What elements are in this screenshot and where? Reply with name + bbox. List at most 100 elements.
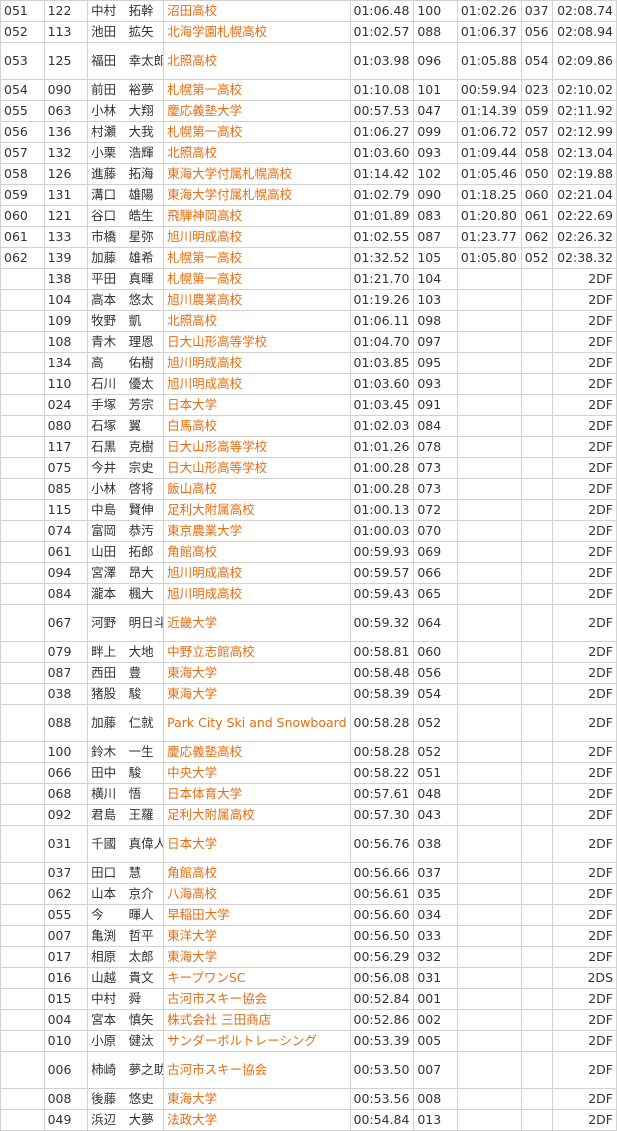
- run2-rank: 023: [520, 79, 554, 101]
- team-link[interactable]: 東海大学付属札幌高校: [163, 163, 351, 185]
- team-link[interactable]: 旭川明成高校: [163, 583, 351, 605]
- team-link[interactable]: 東海大学: [163, 683, 351, 705]
- team-link[interactable]: 慶応義塾大学: [163, 100, 351, 122]
- run2-time: 01:05.80: [456, 247, 522, 269]
- team-link[interactable]: 旭川明成高校: [163, 562, 351, 584]
- team-link[interactable]: 日本体育大学: [163, 783, 351, 805]
- team-link[interactable]: 飯山高校: [163, 478, 351, 500]
- team-link[interactable]: 旭川明成高校: [163, 352, 351, 374]
- team-link[interactable]: 古河市スキー協会: [163, 1051, 351, 1089]
- team-link[interactable]: 足利大附属高校: [163, 804, 351, 826]
- team-link[interactable]: 中野立志館高校: [163, 641, 351, 663]
- run2-time: 01:20.80: [456, 205, 522, 227]
- team-link[interactable]: 白馬高校: [163, 415, 351, 437]
- team-link[interactable]: 北照高校: [163, 42, 351, 80]
- team-link[interactable]: キープワンSC: [163, 967, 351, 989]
- team-link[interactable]: 慶応義塾高校: [163, 741, 351, 763]
- team-link[interactable]: Park City Ski and Snowboard Cl: [163, 704, 351, 742]
- team-link[interactable]: 足利大附属高校: [163, 499, 351, 521]
- team-link[interactable]: 中央大学: [163, 762, 351, 784]
- team-link[interactable]: 北照高校: [163, 310, 351, 332]
- team-link[interactable]: 法政大学: [163, 1109, 351, 1131]
- team-link[interactable]: 札幌第一高校: [163, 247, 351, 269]
- run2-rank: [520, 1030, 554, 1052]
- team-link[interactable]: 北照高校: [163, 142, 351, 164]
- bib-cell: 068: [43, 783, 89, 805]
- table-row: 094 宮澤 昂大 旭川明成高校 00:59.57 066 2DF: [0, 562, 617, 584]
- team-link[interactable]: 早稲田大学: [163, 904, 351, 926]
- team-link[interactable]: 沼田高校: [163, 0, 351, 22]
- run2-rank: [520, 541, 554, 563]
- bib-cell: 138: [43, 268, 89, 290]
- team-link[interactable]: 日本大学: [163, 394, 351, 416]
- bib-cell: 115: [43, 499, 89, 521]
- team-link[interactable]: 旭川明成高校: [163, 373, 351, 395]
- table-row: 024 手塚 芳宗 日本大学 01:03.45 091 2DF: [0, 394, 617, 416]
- team-link[interactable]: 日大山形高等学校: [163, 457, 351, 479]
- team-link[interactable]: 古河市スキー協会: [163, 988, 351, 1010]
- run2-time: [456, 988, 522, 1010]
- total-time: 2DS: [552, 967, 617, 989]
- rank-cell: [0, 541, 45, 563]
- rank-cell: 054: [0, 79, 45, 101]
- run2-rank: [520, 925, 554, 947]
- run1-time: 01:00.28: [349, 457, 415, 479]
- athlete-name: 宮本 慎矢: [87, 1009, 165, 1031]
- team-link[interactable]: 東海大学: [163, 662, 351, 684]
- athlete-name: 小林 大翔: [87, 100, 165, 122]
- rank-cell: [0, 925, 45, 947]
- team-link[interactable]: 札幌第一高校: [163, 79, 351, 101]
- table-row: 109 牧野 凱北照高校 01:06.11 098 2DF: [0, 310, 617, 332]
- team-link[interactable]: 日本大学: [163, 825, 351, 863]
- team-link[interactable]: 近畿大学: [163, 604, 351, 642]
- team-link[interactable]: 札幌第一高校: [163, 268, 351, 290]
- team-link[interactable]: 飛騨神岡高校: [163, 205, 351, 227]
- team-link[interactable]: 日大山形高等学校: [163, 436, 351, 458]
- table-row: 080 石塚 翼白馬高校 01:02.03 084 2DF: [0, 415, 617, 437]
- team-link[interactable]: 東海大学: [163, 946, 351, 968]
- athlete-name: 鈴木 一生: [87, 741, 165, 763]
- team-link[interactable]: 八海高校: [163, 883, 351, 905]
- rank-cell: 061: [0, 226, 45, 248]
- team-link[interactable]: 角館高校: [163, 541, 351, 563]
- run1-rank: 038: [413, 825, 458, 863]
- table-row: 134 高 佑樹 旭川明成高校 01:03.85 095 2DF: [0, 352, 617, 374]
- rank-cell: [0, 331, 45, 353]
- run1-time: 01:21.70: [349, 268, 415, 290]
- table-row: 015 中村 舜古河市スキー協会 00:52.84 001 2DF: [0, 988, 617, 1010]
- table-row: 117 石黒 克樹 日大山形高等学校 01:01.26 078 2DF: [0, 436, 617, 458]
- team-link[interactable]: 旭川明成高校: [163, 226, 351, 248]
- table-row: 074 富岡 恭汚 東京農業大学 01:00.03 070 2DF: [0, 520, 617, 542]
- run1-rank: 066: [413, 562, 458, 584]
- run1-time: 00:58.28: [349, 704, 415, 742]
- team-link[interactable]: 日大山形高等学校: [163, 331, 351, 353]
- rank-cell: 062: [0, 247, 45, 269]
- run1-rank: 101: [413, 79, 458, 101]
- run2-rank: 061: [520, 205, 554, 227]
- run2-rank: [520, 373, 554, 395]
- team-link[interactable]: 旭川農業高校: [163, 289, 351, 311]
- team-link[interactable]: 札幌第一高校: [163, 121, 351, 143]
- team-link[interactable]: 株式会社 三田商店: [163, 1009, 351, 1031]
- run2-time: [456, 804, 522, 826]
- team-link[interactable]: 東海大学: [163, 1088, 351, 1110]
- run1-time: 00:56.76: [349, 825, 415, 863]
- team-link[interactable]: 北海学園札幌高校: [163, 21, 351, 43]
- bib-cell: 121: [43, 205, 89, 227]
- team-link[interactable]: 東京農業大学: [163, 520, 351, 542]
- team-link[interactable]: 東洋大学: [163, 925, 351, 947]
- run2-rank: [520, 1009, 554, 1031]
- team-link[interactable]: 東海大学付属札幌高校: [163, 184, 351, 206]
- run2-rank: [520, 862, 554, 884]
- total-time: 2DF: [552, 478, 617, 500]
- athlete-name: 小栗 浩輝: [87, 142, 165, 164]
- team-link[interactable]: サンダーボルトレーシング: [163, 1030, 351, 1052]
- total-time: 2DF: [552, 704, 617, 742]
- athlete-name: 瀧本 楓大: [87, 583, 165, 605]
- total-time: 02:08.94: [552, 21, 617, 43]
- athlete-name: 山田 拓郎: [87, 541, 165, 563]
- run2-time: [456, 457, 522, 479]
- rank-cell: [0, 289, 45, 311]
- athlete-name: 山本 京介: [87, 883, 165, 905]
- team-link[interactable]: 角館高校: [163, 862, 351, 884]
